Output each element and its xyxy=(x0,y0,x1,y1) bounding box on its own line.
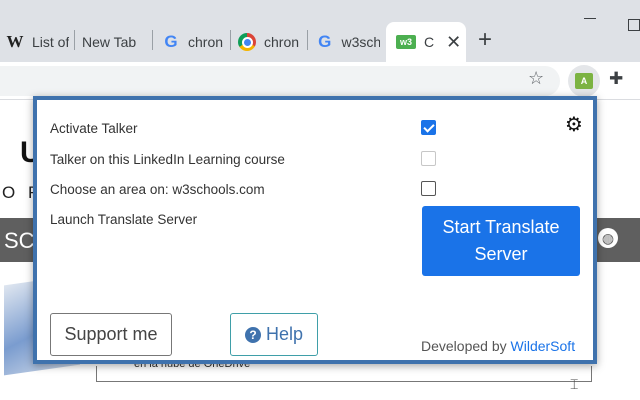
tab-label: w3sch xyxy=(341,34,380,50)
tab-label: New Tab xyxy=(82,34,137,50)
tab-divider xyxy=(74,30,75,50)
start-translate-server-button[interactable]: Start Translate Server xyxy=(422,206,580,276)
developed-by-text: Developed by xyxy=(421,338,507,354)
tab-google-w3schools[interactable]: G w3sch xyxy=(316,22,380,62)
tab-label: C xyxy=(424,34,435,50)
activate-talker-checkbox[interactable] xyxy=(421,120,436,135)
developer-credit: Developed by WilderSoft xyxy=(421,338,575,354)
site-nav-fragment: SC xyxy=(4,228,35,253)
talker-extension-icon: A xyxy=(575,73,593,89)
launch-server-label: Launch Translate Server xyxy=(50,212,198,227)
tab-w3schools-active[interactable]: w3 C ✕ xyxy=(386,22,466,62)
close-tab-icon[interactable]: ✕ xyxy=(446,32,461,53)
talker-popup: Activate Talker ⚙ Talker on this LinkedI… xyxy=(33,96,597,364)
wildersoft-link[interactable]: WilderSoft xyxy=(511,338,576,354)
tab-wikipedia[interactable]: W List of xyxy=(6,22,72,62)
chrome-icon xyxy=(238,33,256,51)
w3schools-icon: w3 xyxy=(396,35,416,49)
support-me-button[interactable]: Support me xyxy=(50,313,172,356)
new-tab-button[interactable]: + xyxy=(478,26,492,54)
tab-label: List of xyxy=(32,34,70,50)
tab-divider xyxy=(307,30,308,50)
help-button-label: Help xyxy=(265,324,304,344)
talker-extension-button[interactable]: A xyxy=(568,65,600,97)
tab-label: chron xyxy=(188,34,224,50)
start-button-line1: Start Translate xyxy=(442,217,560,237)
linkedin-course-checkbox xyxy=(421,151,436,166)
extensions-puzzle-icon[interactable]: ✚ xyxy=(609,69,623,89)
address-bar[interactable] xyxy=(0,66,560,96)
tab-divider xyxy=(152,30,153,50)
google-icon: G xyxy=(164,32,178,51)
wikipedia-icon: W xyxy=(6,32,24,51)
tab-chrome-chron[interactable]: chron xyxy=(238,22,302,62)
help-button[interactable]: ? Help xyxy=(230,313,318,356)
google-icon: G xyxy=(318,32,332,51)
bookmark-star-icon[interactable]: ☆ xyxy=(528,68,544,89)
tab-divider xyxy=(230,30,231,50)
choose-area-checkbox[interactable] xyxy=(421,181,436,196)
globe-icon[interactable]: ◍ xyxy=(598,228,618,248)
linkedin-course-label: Talker on this LinkedIn Learning course xyxy=(50,152,285,167)
maximize-window-icon[interactable] xyxy=(628,19,640,31)
choose-area-label: Choose an area on: w3schools.com xyxy=(50,182,265,197)
tab-new-tab[interactable]: New Tab xyxy=(82,22,148,62)
tab-google-chron[interactable]: G chron xyxy=(162,22,226,62)
start-button-line2: Server xyxy=(474,244,528,264)
tab-label: chron xyxy=(264,34,300,50)
activate-talker-label: Activate Talker xyxy=(50,121,138,136)
tab-strip: W List of New Tab G chron chron G w3sch … xyxy=(0,0,640,62)
minimize-window-icon[interactable] xyxy=(584,18,596,19)
question-icon: ? xyxy=(244,326,261,343)
settings-gear-icon[interactable]: ⚙ xyxy=(565,115,583,135)
mouse-cursor-icon: ⌶ xyxy=(570,376,579,392)
